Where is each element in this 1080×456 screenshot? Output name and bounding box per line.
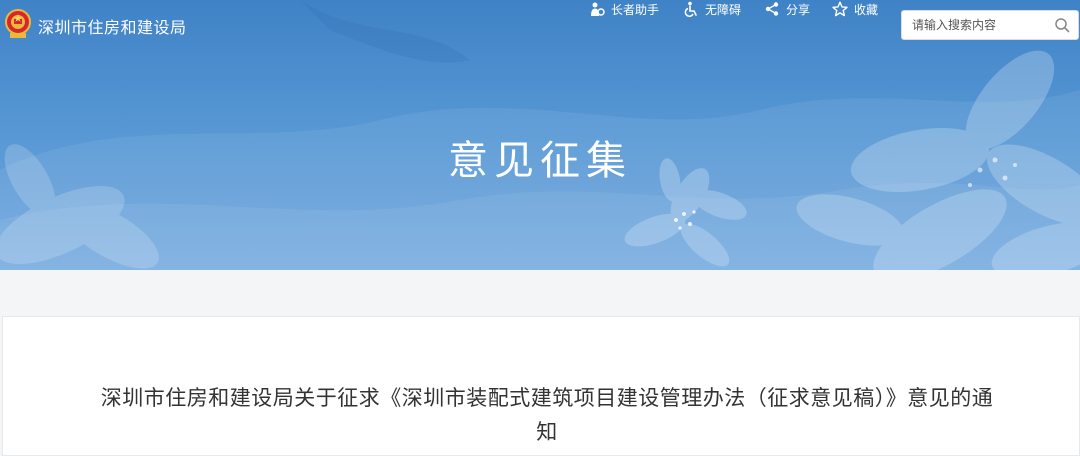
article-card: 深圳市住房和建设局关于征求《深圳市装配式建筑项目建设管理办法（征求意见稿）》意见… bbox=[2, 316, 1080, 456]
share-icon bbox=[765, 2, 779, 16]
favorite-label: 收藏 bbox=[854, 2, 879, 17]
share-label: 分享 bbox=[786, 2, 811, 17]
search-box bbox=[901, 10, 1079, 40]
top-navigation-bar: 深圳市住房和建设局 长者助手 无障碍 分享 收藏 bbox=[0, 0, 1080, 50]
page-title: 意见征集 bbox=[448, 138, 632, 184]
article-title: 深圳市住房和建设局关于征求《深圳市装配式建筑项目建设管理办法（征求意见稿）》意见… bbox=[100, 386, 994, 444]
accessibility-label: 无障碍 bbox=[705, 2, 742, 17]
search-input[interactable] bbox=[902, 11, 1052, 39]
favorite-button[interactable]: 收藏 bbox=[832, 0, 878, 18]
national-emblem-icon[interactable] bbox=[5, 9, 31, 39]
accessibility-icon bbox=[684, 1, 697, 17]
site-name[interactable]: 深圳市住房和建设局 bbox=[38, 14, 187, 38]
elderly-assistant-button[interactable]: 长者助手 bbox=[589, 0, 659, 18]
elderly-assistant-label: 长者助手 bbox=[611, 2, 660, 17]
accessibility-button[interactable]: 无障碍 bbox=[683, 0, 741, 18]
share-button[interactable]: 分享 bbox=[764, 0, 810, 18]
star-icon bbox=[832, 1, 848, 17]
search-icon[interactable] bbox=[1054, 17, 1070, 33]
elderly-assistant-icon bbox=[591, 2, 605, 16]
